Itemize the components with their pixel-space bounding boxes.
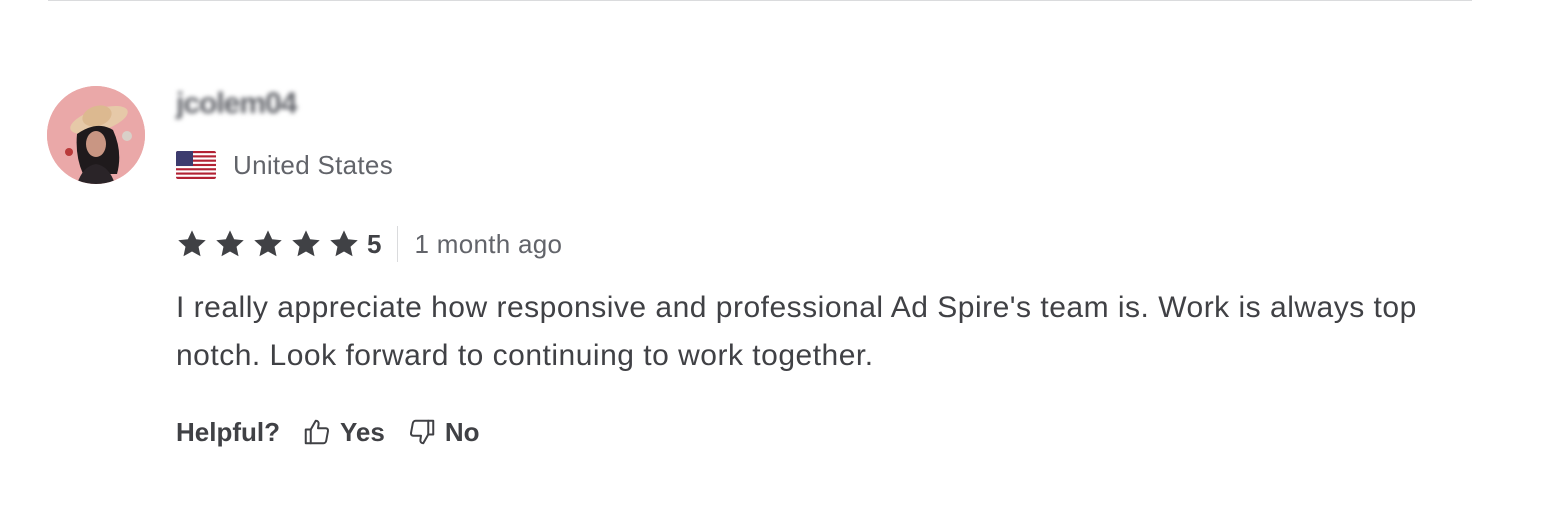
star-icon	[290, 228, 322, 260]
review-page: jcolem04 United States 5 1 month ago I r…	[0, 0, 1546, 532]
yes-label: Yes	[340, 416, 385, 447]
top-divider	[48, 0, 1472, 1]
country-name: United States	[233, 149, 393, 180]
avatar[interactable]	[47, 86, 145, 184]
helpful-row: Helpful? Yes No	[176, 412, 1476, 452]
star-icon	[328, 228, 360, 260]
username[interactable]: jcolem04	[176, 84, 1476, 124]
star-icon	[252, 228, 284, 260]
review-time: 1 month ago	[414, 228, 563, 259]
thumbs-up-icon	[302, 417, 332, 447]
helpful-no-button[interactable]: No	[407, 417, 480, 448]
us-flag-icon	[176, 151, 216, 179]
star-icon	[176, 228, 208, 260]
review-text: I really appreciate how responsive and p…	[176, 291, 1417, 372]
star-rating	[176, 228, 366, 260]
thumbs-down-icon	[407, 417, 437, 447]
no-label: No	[444, 416, 480, 447]
country-row: United States	[176, 148, 1476, 182]
rating-value: 5	[367, 228, 382, 259]
rating-row: 5 1 month ago	[176, 226, 1476, 262]
rating-divider	[397, 226, 399, 262]
helpful-label: Helpful?	[176, 416, 280, 447]
review-body: jcolem04 United States 5 1 month ago I r…	[176, 84, 1476, 452]
star-icon	[214, 228, 246, 260]
helpful-yes-button[interactable]: Yes	[302, 417, 385, 448]
